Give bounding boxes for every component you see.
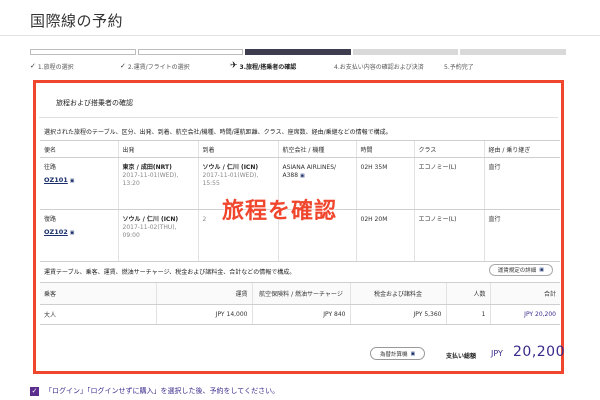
duration-cell: 02H 35M [355,157,414,210]
progress-steps: ✓ 1.旅程の選択 ✓ 2.運賃/フライトの選択 ✈ 3.旅程/搭乗者の確認 4… [30,61,566,71]
col-via: 経由 / 乗り継ぎ [483,140,560,158]
progress-segment-1 [30,49,136,55]
external-link-icon[interactable]: ▣ [70,230,75,236]
surcharge-cell: JPY 840 [251,304,350,325]
total-label: 支払い総額 [446,353,477,360]
flight-number-link[interactable]: OZ101 [44,176,68,184]
airline-name: ASIANA AIRLINES/ [282,164,337,171]
fare-cell: JPY 14,000 [155,304,252,325]
flight-cell: 復路 OZ102 ▣ [40,209,118,262]
tax-cell: JPY 5,360 [349,304,446,325]
arrival-city: ソウル / 仁川 (ICN) [202,164,259,171]
step-5-label: 5.予約完了 [444,63,474,71]
progress-segment-4 [352,49,459,55]
fare-table-header: 乗客 運賃 航空保険料 / 燃油サーチャージ 税金および諸料金 人数 合計 [40,282,560,305]
col-arrival: 到着 [197,140,278,158]
total-amount: 20,200 [513,344,565,360]
fare-rules-label: 運賃規定の詳細 [497,268,537,274]
notice-text: 「ログイン」「ログインせずに購入」を選択した後、予約をしてください。 [45,387,280,395]
total-currency: JPY [491,349,503,358]
departure-cell: 東京 / 成田(NRT) 2017-11-01(WED), 13:20 [117,157,198,210]
fare-rules-button[interactable]: 運賃規定の詳細 ▣ [488,264,553,276]
departure-time: 09:00 [122,232,140,239]
departure-city: ソウル / 仁川 (ICN) [122,216,179,223]
step-1-label: 1.旅程の選択 [37,63,74,71]
departure-time: 13:20 [122,180,140,187]
step-2: ✓ 2.運賃/フライトの選択 [120,61,230,71]
progress-segment-2 [137,49,244,55]
notice: ✓ 「ログイン」「ログインせずに購入」を選択した後、予約をしてください。 [30,386,279,396]
progress-bar [30,49,566,55]
segment-type: 復路 [44,216,57,223]
flight-cell: 往路 OZ101 ▣ [40,157,118,210]
col-class: クラス [413,140,484,158]
step-5: 5.予約完了 [444,61,524,71]
check-icon: ✓ [30,62,36,70]
total-cell: JPY 20,200 [489,304,560,325]
page-title: 国際線の予約 [30,12,124,30]
overlay-caption: 旅程を確認 [222,199,338,224]
check-icon: ✓ [120,62,126,70]
step-1: ✓ 1.旅程の選択 [30,61,120,71]
aircraft-type[interactable]: A388 ▣ [283,172,352,180]
col-count: 人数 [445,282,490,305]
via-cell: 直行 [483,209,560,262]
currency-calculator-button[interactable]: 為替計算機 ▣ [370,347,426,360]
progress-segment-5 [460,49,566,55]
fares-description: 運賃テーブル、乗客、運賃、燃油サーチャージ、税金および諸料金、合計などの情報で構… [44,269,296,276]
arrival-date: 2017-11-01(WED), [202,172,259,179]
fare-table: 乗客 運賃 航空保険料 / 燃油サーチャージ 税金および諸料金 人数 合計 大人… [40,282,560,325]
title-divider [0,35,600,36]
plane-icon: ✈ [230,61,238,71]
external-link-icon[interactable]: ▣ [70,178,75,184]
itinerary-card: 旅程および搭乗者の確認 選択された旅程のテーブル、区分、出発、到着、航空会社/機… [33,80,565,374]
col-passenger: 乗客 [40,282,156,305]
departure-city: 東京 / 成田(NRT) [122,164,172,171]
departure-cell: ソウル / 仁川 (ICN) 2017-11-02(THU), 09:00 [117,209,198,262]
external-link-icon: ▣ [410,350,416,357]
flight-table-header: 便名 出発 到着 航空会社 / 機種 時間 クラス 経由 / 乗り継ぎ [40,140,560,158]
col-fare: 運賃 [155,282,252,305]
departure-date: 2017-11-02(THU), [122,224,177,231]
external-link-icon: ▣ [539,267,544,273]
class-cell: エコノミー(L) [413,157,484,210]
flights-description: 選択された旅程のテーブル、区分、出発、到着、航空会社/機種、時間/運航距離、クラ… [44,129,392,136]
col-airline: 航空会社 / 機種 [277,140,356,158]
segment-type: 往路 [44,164,57,171]
step-3-label: 3.旅程/搭乗者の確認 [239,63,297,71]
step-4-label: 4.お支払い内容の確認および決済 [334,63,424,71]
col-departure: 出発 [117,140,198,158]
arrival-time: 15:55 [202,180,220,187]
checkbox-icon[interactable]: ✓ [30,386,39,396]
table-row: 大人 JPY 14,000 JPY 840 JPY 5,360 1 JPY 20… [40,304,560,325]
class-cell: エコノミー(L) [413,209,484,262]
duration-cell: 02H 20M [355,209,414,262]
card-title: 旅程および搭乗者の確認 [56,99,133,107]
calculator-label: 為替計算機 [380,351,408,358]
passenger-cell: 大人 [40,304,156,325]
col-flight-no: 便名 [40,140,118,158]
step-3: ✈ 3.旅程/搭乗者の確認 [230,61,334,71]
flight-number-link[interactable]: OZ102 [44,228,68,236]
col-tax: 税金および諸料金 [349,282,446,305]
via-cell: 直行 [483,157,560,210]
col-duration: 時間 [355,140,414,158]
col-surcharge: 航空保険料 / 燃油サーチャージ [251,282,350,305]
progress-segment-3 [245,49,351,55]
external-link-icon[interactable]: ▣ [300,173,305,179]
col-total: 合計 [489,282,560,305]
count-cell: 1 [445,304,490,325]
step-4: 4.お支払い内容の確認および決済 [334,61,444,71]
card-divider [39,117,558,118]
step-2-label: 2.運賃/フライトの選択 [127,63,190,71]
departure-date: 2017-11-01(WED), [122,172,179,179]
